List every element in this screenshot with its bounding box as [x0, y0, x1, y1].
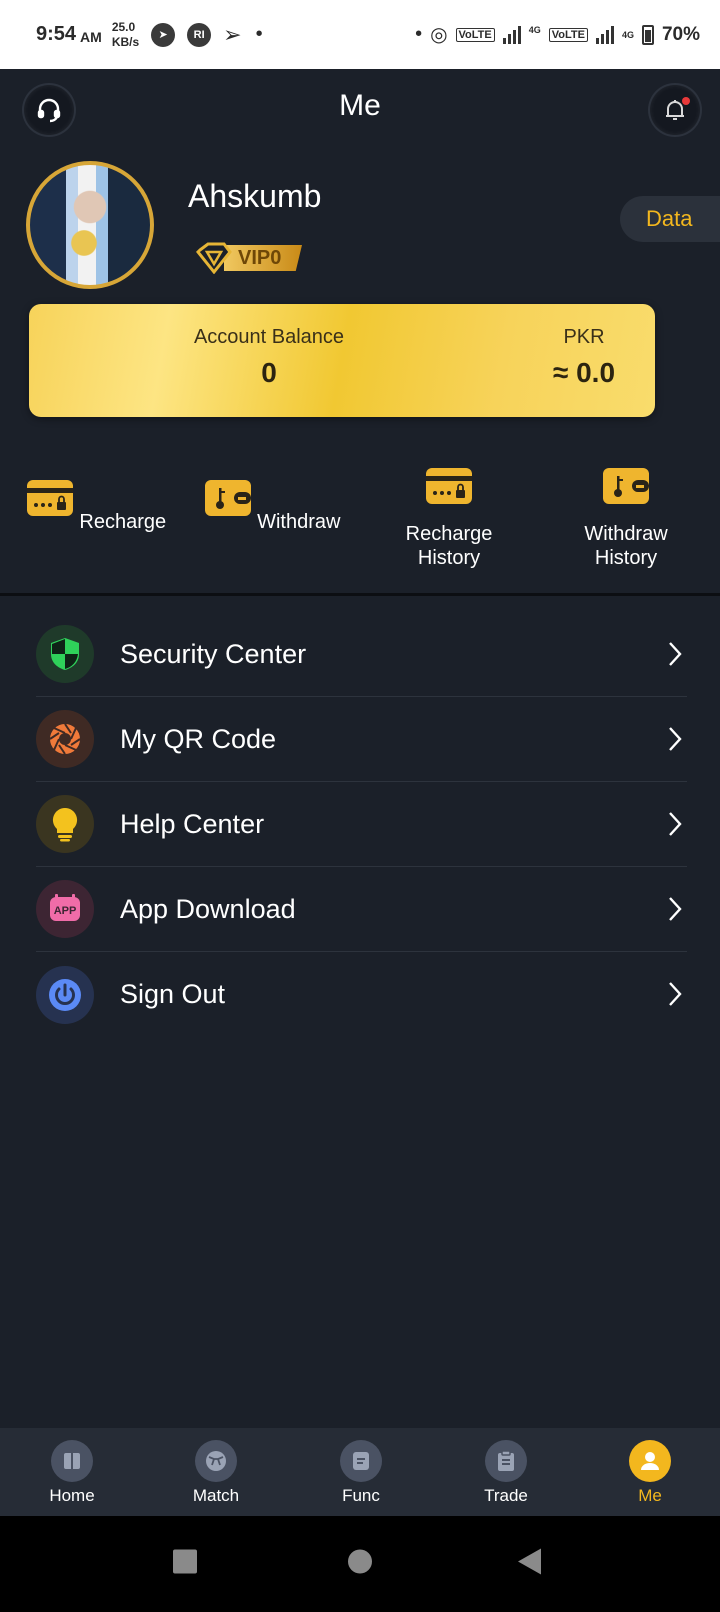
wallet-key-icon [603, 468, 649, 504]
nav-match[interactable]: Match [166, 1440, 266, 1506]
notifications-button[interactable] [650, 85, 700, 135]
app-header: Me [0, 69, 720, 149]
notification-dot [682, 97, 690, 105]
recharge-button[interactable]: Recharge [8, 478, 184, 534]
balance-card: Account Balance 0 PKR ≈ 0.0 [29, 304, 655, 417]
home-system-button[interactable] [347, 1549, 373, 1580]
recharge-label: Recharge [79, 511, 167, 533]
chevron-right-icon [669, 812, 682, 836]
status-ampm: AM [80, 28, 102, 45]
clipboard-icon [485, 1440, 527, 1482]
nav-label: Trade [484, 1486, 528, 1505]
menu-label: Security Center [120, 638, 307, 669]
recharge-history-label: Recharge History [405, 523, 493, 569]
network-speed: 25.0 KB/s [112, 20, 139, 50]
card-lock-icon [426, 468, 472, 504]
status-time: 9:54 [36, 23, 77, 45]
recharge-history-button[interactable]: Recharge History [361, 466, 537, 570]
account-balance: Account Balance 0 [139, 326, 399, 389]
network-type: 4G [621, 29, 634, 40]
username: Ahskumb [188, 178, 322, 214]
settings-menu: Security Center My QR Code Help Center A… [36, 612, 687, 1037]
square-icon [173, 1549, 197, 1574]
nav-trade[interactable]: Trade [456, 1440, 556, 1506]
nav-label: Me [638, 1486, 662, 1505]
pkr-balance: PKR ≈ 0.0 [489, 326, 679, 389]
app-badge-icon: RI [187, 22, 212, 47]
nav-label: Func [342, 1486, 380, 1505]
app-icon: APP [36, 880, 94, 938]
data-button[interactable]: Data [620, 196, 720, 242]
account-balance-value: 0 [261, 357, 277, 388]
status-bar: 9:54 AM 25.0 KB/s ➤ RI ➢ • • ◎ VoLTE 4G … [0, 0, 720, 69]
vip-label: VIP0 [224, 245, 302, 271]
chevron-right-icon [669, 727, 682, 751]
power-icon [36, 965, 94, 1024]
user-icon [629, 1440, 671, 1482]
chevron-right-icon [669, 642, 682, 666]
menu-item-qr-code[interactable]: My QR Code [36, 697, 687, 782]
shield-icon [36, 625, 94, 683]
send-icon: ➢ [223, 21, 242, 47]
currency-value: ≈ 0.0 [552, 357, 616, 388]
chevron-right-icon [669, 897, 682, 921]
section-divider [0, 593, 720, 596]
func-icon [340, 1440, 382, 1482]
nav-label: Match [192, 1486, 240, 1505]
menu-item-security-center[interactable]: Security Center [36, 612, 687, 697]
hotspot-icon: ◎ [430, 24, 448, 46]
system-nav-bar [0, 1516, 720, 1612]
battery-percent: 70% [661, 23, 700, 45]
withdraw-label: Withdraw [257, 511, 341, 533]
quick-actions: Recharge Withdraw Recharge History Withd… [0, 462, 720, 592]
dot-icon: • [255, 23, 263, 45]
menu-label: App Download [120, 893, 296, 924]
wallet-key-icon [204, 480, 251, 516]
currency-label: PKR [563, 326, 605, 348]
nav-home[interactable]: Home [22, 1440, 122, 1506]
aperture-icon [36, 710, 94, 768]
svg-text:APP: APP [54, 905, 77, 917]
triangle-back-icon [518, 1548, 541, 1575]
account-balance-label: Account Balance [193, 326, 345, 348]
withdraw-history-label: Withdraw History [584, 523, 668, 569]
menu-item-help-center[interactable]: Help Center [36, 782, 687, 867]
telegram-icon: ➤ [151, 22, 176, 47]
nav-func[interactable]: Func [311, 1440, 411, 1506]
network-type: 4G [528, 24, 541, 35]
bottom-nav: Home Match Func Trade Me [0, 1428, 720, 1516]
battery-icon [641, 24, 654, 45]
menu-item-sign-out[interactable]: Sign Out [36, 952, 687, 1037]
menu-label: My QR Code [120, 723, 277, 754]
vip-badge: VIP0 [196, 242, 304, 274]
nav-me[interactable]: Me [600, 1440, 700, 1506]
page-title: Me [339, 89, 381, 122]
speed-unit: KB/s [111, 34, 140, 49]
withdraw-history-button[interactable]: Withdraw History [538, 466, 714, 570]
menu-item-app-download[interactable]: APP App Download [36, 867, 687, 952]
back-button[interactable] [517, 1548, 543, 1581]
circle-icon [348, 1549, 372, 1574]
volte-icon: VoLTE [548, 27, 588, 42]
dot-icon: • [415, 23, 423, 45]
nav-label: Home [49, 1486, 95, 1505]
lightbulb-icon [36, 795, 94, 853]
recents-button[interactable] [172, 1549, 198, 1580]
chevron-right-icon [669, 982, 682, 1006]
speed-value: 25.0 [111, 19, 136, 34]
home-icon [51, 1440, 93, 1482]
ball-icon [195, 1440, 237, 1482]
signal-icon [595, 25, 614, 44]
signal-icon [502, 25, 521, 44]
menu-label: Sign Out [120, 979, 226, 1009]
volte-icon: VoLTE [455, 27, 495, 42]
diamond-icon [196, 242, 232, 274]
withdraw-button[interactable]: Withdraw [184, 478, 360, 534]
card-lock-icon [26, 480, 73, 516]
avatar[interactable] [26, 161, 154, 289]
menu-label: Help Center [120, 808, 265, 839]
